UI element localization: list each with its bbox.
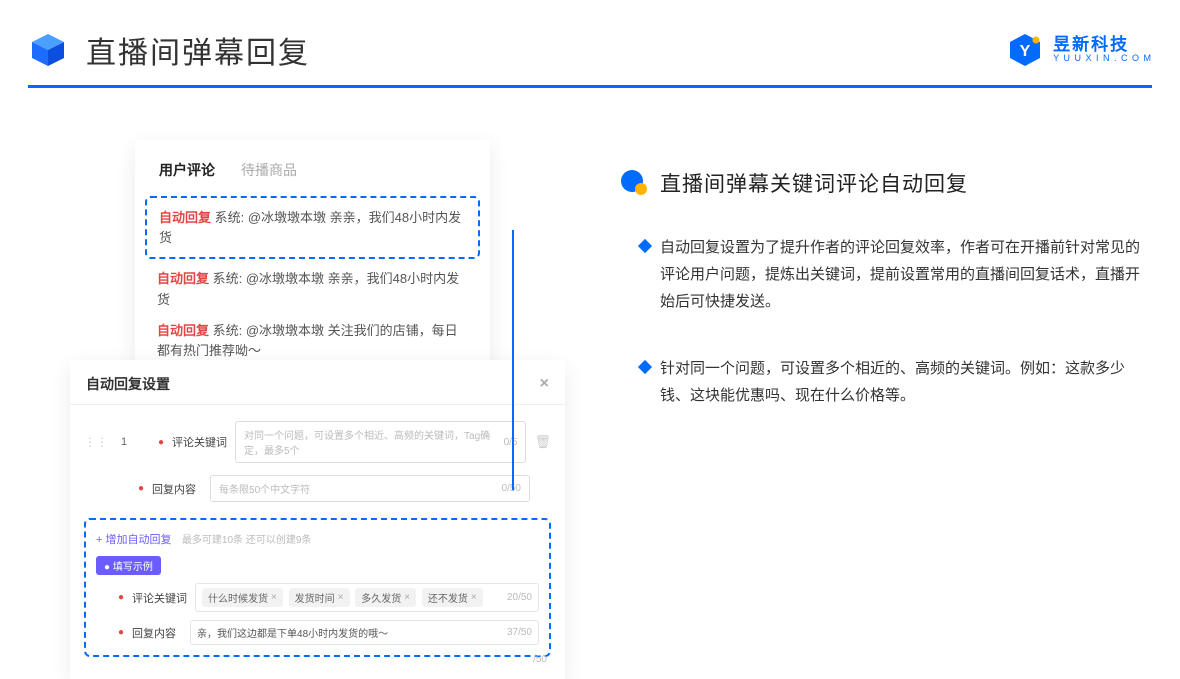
example-keyword-row: ● 评论关键词 什么时候发货× 发货时间× 多久发货× 还不发货× 20/50: [96, 583, 539, 612]
keyword-placeholder: 对同一个问题，可设置多个相近、高频的关键词，Tag确定，最多5个: [244, 427, 498, 457]
tag-group: 什么时候发货× 发货时间× 多久发货× 还不发货×: [202, 588, 486, 607]
comment-row-2: 自动回复 系统: @冰墩墩本墩 亲亲，我们48小时内发货: [135, 269, 490, 311]
header-divider: [28, 85, 1152, 88]
settings-modal: 自动回复设置 × ⋮⋮ 1 ● 评论关键词 对同一个问题，可设置多个相近、高频的…: [70, 360, 565, 679]
example-badge: ● 填写示例: [96, 556, 161, 575]
close-icon[interactable]: ×: [540, 375, 549, 393]
keyword-counter: 0/5: [504, 437, 518, 448]
brand-logo: Y 昱新科技 Y U U X I N . C O M: [1007, 32, 1152, 68]
required-dot: ●: [118, 592, 124, 603]
brand-hex-icon: Y: [1007, 32, 1043, 68]
content-label: 回复内容: [152, 481, 202, 497]
comments-card: 用户评论 待播商品 自动回复 系统: @冰墩墩本墩 亲亲，我们48小时内发货 自…: [135, 140, 490, 392]
chat-bubble-icon: [620, 169, 648, 197]
bullet-2-text: 针对同一个问题，可设置多个相近的、高频的关键词。例如：这款多少钱、这块能优惠吗、…: [660, 355, 1140, 409]
modal-title: 自动回复设置: [86, 374, 170, 394]
example-keyword-input[interactable]: 什么时候发货× 发货时间× 多久发货× 还不发货× 20/50: [195, 583, 539, 612]
brand-name: 昱新科技: [1053, 36, 1152, 55]
footer-counter: /50: [533, 654, 547, 665]
connector-line-v: [512, 230, 514, 490]
page-title: 直播间弹幕回复: [86, 28, 310, 72]
bullet-1: 自动回复设置为了提升作者的评论回复效率，作者可在开播前针对常见的评论用户问题，提…: [620, 234, 1140, 315]
brand-subtitle: Y U U X I N . C O M: [1053, 54, 1152, 64]
tag-item: 什么时候发货×: [202, 588, 283, 607]
content-placeholder: 每条限50个中文字符: [219, 481, 310, 496]
required-dot: ●: [138, 483, 144, 494]
required-dot: ●: [118, 627, 124, 638]
highlighted-comment: 自动回复 系统: @冰墩墩本墩 亲亲，我们48小时内发货: [145, 196, 480, 259]
modal-header: 自动回复设置 ×: [70, 374, 565, 405]
bullet-2: 针对同一个问题，可设置多个相近的、高频的关键词。例如：这款多少钱、这块能优惠吗、…: [620, 355, 1140, 409]
auto-reply-tag: 自动回复: [159, 210, 211, 225]
example-content-row: ● 回复内容 亲，我们这边都是下单48小时内发货的哦～ 37/50: [96, 620, 539, 645]
tab-pending-products[interactable]: 待播商品: [241, 160, 297, 180]
required-dot: ●: [158, 437, 164, 448]
diamond-icon: [638, 360, 652, 374]
trash-icon[interactable]: 🗑: [534, 434, 551, 450]
example-section: + 增加自动回复 最多可建10条 还可以创建9条 ● 填写示例 ● 评论关键词 …: [84, 518, 551, 657]
add-row: + 增加自动回复 最多可建10条 还可以创建9条: [96, 530, 539, 548]
tag-item: 发货时间×: [289, 588, 350, 607]
form-row-keyword: ⋮⋮ 1 ● 评论关键词 对同一个问题，可设置多个相近、高频的关键词，Tag确定…: [70, 415, 565, 469]
example-content-text: 亲，我们这边都是下单48小时内发货的哦～: [197, 625, 388, 640]
svg-text:Y: Y: [1020, 43, 1031, 60]
brand-text: 昱新科技 Y U U X I N . C O M: [1053, 36, 1152, 65]
page-header: 直播间弹幕回复 Y 昱新科技 Y U U X I N . C O M: [28, 28, 1152, 72]
example-content-counter: 37/50: [507, 627, 532, 638]
card-tabs: 用户评论 待播商品: [135, 160, 490, 192]
tag-item: 多久发货×: [355, 588, 416, 607]
example-content-input[interactable]: 亲，我们这边都是下单48小时内发货的哦～ 37/50: [190, 620, 539, 645]
auto-reply-tag: 自动回复: [157, 323, 209, 338]
example-keyword-counter: 20/50: [507, 592, 532, 603]
drag-handle-icon[interactable]: ⋮⋮: [84, 435, 108, 449]
cube-icon: [28, 30, 68, 70]
tab-user-comments[interactable]: 用户评论: [159, 160, 215, 180]
example-keyword-label: 评论关键词: [132, 590, 187, 606]
header-left: 直播间弹幕回复: [28, 28, 310, 72]
add-auto-reply-link[interactable]: + 增加自动回复: [96, 534, 171, 546]
content-input[interactable]: 每条限50个中文字符 0/50: [210, 475, 530, 502]
row-number: 1: [116, 436, 132, 448]
keyword-label: 评论关键词: [172, 434, 227, 450]
keyword-input[interactable]: 对同一个问题，可设置多个相近、高频的关键词，Tag确定，最多5个 0/5: [235, 421, 526, 463]
example-content-label: 回复内容: [132, 625, 182, 641]
tag-item: 还不发货×: [422, 588, 483, 607]
diamond-icon: [638, 239, 652, 253]
bullet-1-text: 自动回复设置为了提升作者的评论回复效率，作者可在开播前针对常见的评论用户问题，提…: [660, 234, 1140, 315]
description-panel: 直播间弹幕关键词评论自动回复 自动回复设置为了提升作者的评论回复效率，作者可在开…: [620, 168, 1140, 449]
form-row-content: ● 回复内容 每条限50个中文字符 0/50: [70, 469, 565, 508]
auto-reply-tag: 自动回复: [157, 271, 209, 286]
comment-row-3: 自动回复 系统: @冰墩墩本墩 关注我们的店铺，每日都有热门推荐呦～: [135, 321, 490, 363]
quota-hint: 最多可建10条 还可以创建9条: [182, 535, 311, 546]
section-title: 直播间弹幕关键词评论自动回复: [660, 168, 968, 198]
section-heading: 直播间弹幕关键词评论自动回复: [620, 168, 1140, 198]
